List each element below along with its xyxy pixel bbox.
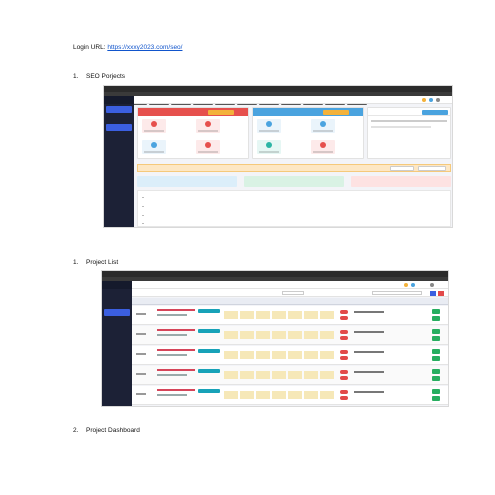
sidebar-item[interactable] [106, 115, 132, 122]
sidebar-item[interactable] [106, 160, 132, 167]
stat-card [196, 119, 220, 133]
section-number: 2. [73, 427, 79, 434]
stat-card [257, 119, 281, 133]
app-sidebar [104, 96, 134, 227]
stat-card [196, 140, 220, 154]
sidebar-item[interactable] [106, 151, 132, 158]
select-dropdown[interactable] [208, 109, 234, 115]
sidebar-item-selected[interactable] [106, 124, 132, 131]
table-row[interactable] [132, 366, 448, 385]
filter-select[interactable] [282, 291, 304, 295]
sidebar-item[interactable] [106, 169, 132, 176]
login-url-label: Login URL: [73, 44, 108, 51]
seo-dashboard-screenshot [103, 85, 453, 228]
notification-icon[interactable] [404, 283, 408, 287]
message-icon[interactable] [429, 98, 433, 102]
overview-chart-area [137, 190, 451, 227]
message-icon[interactable] [411, 283, 415, 287]
select-dropdown[interactable] [422, 109, 448, 115]
select-dropdown[interactable] [323, 109, 349, 115]
project-list-screenshot [101, 270, 449, 407]
section-number: 1. [73, 259, 79, 266]
table-header [132, 298, 448, 305]
add-button[interactable] [430, 290, 436, 296]
app-topbar [134, 96, 452, 104]
stat-card [142, 140, 166, 154]
sidebar-item[interactable] [104, 345, 130, 352]
select-dropdown[interactable] [418, 166, 446, 171]
login-url-link[interactable]: https://xxxy2023.com/seo/ [107, 44, 182, 51]
overview-card [244, 176, 344, 187]
sidebar-item[interactable] [104, 354, 130, 361]
section-title: SEO Porjects [86, 73, 126, 80]
search-input[interactable] [372, 291, 422, 295]
sidebar-item[interactable] [104, 336, 130, 343]
overview-card [351, 176, 451, 187]
panel-red [137, 107, 249, 159]
sidebar-item-active[interactable] [106, 106, 132, 113]
delete-button[interactable] [438, 290, 444, 296]
app-topbar [132, 281, 448, 289]
table-row[interactable] [132, 326, 448, 345]
projects-overview-bar [137, 164, 451, 172]
app-logo [104, 96, 134, 104]
avatar[interactable] [430, 283, 434, 287]
sidebar-item[interactable] [104, 291, 130, 298]
login-url-line: Login URL: https://xxxy2023.com/seo/ [73, 44, 182, 52]
stat-card [142, 119, 166, 133]
stat-card [311, 140, 335, 154]
select-dropdown[interactable] [390, 166, 414, 171]
panel-blue [252, 107, 364, 159]
stat-card [311, 119, 335, 133]
notification-icon[interactable] [422, 98, 426, 102]
app-logo [102, 281, 132, 289]
sidebar-item[interactable] [104, 300, 130, 307]
sidebar-item[interactable] [106, 142, 132, 149]
avatar[interactable] [436, 98, 440, 102]
table-toolbar [132, 289, 448, 297]
section-heading-project-dashboard: 2. Project Dashboard [73, 427, 140, 435]
sidebar-item-selected[interactable] [104, 309, 130, 316]
section-heading-seo-projects: 1. SEO Porjects [73, 73, 125, 81]
section-number: 1. [73, 73, 79, 80]
app-sidebar [102, 281, 132, 406]
table-row[interactable] [132, 346, 448, 365]
section-heading-project-list: 1. Project List [73, 259, 118, 267]
panel-overview [367, 107, 451, 159]
table-row[interactable] [132, 306, 448, 325]
overview-card [137, 176, 237, 187]
section-title: Project List [86, 259, 119, 266]
sidebar-item[interactable] [106, 133, 132, 140]
sidebar-item[interactable] [104, 318, 130, 325]
section-title: Project Dashboard [86, 427, 140, 434]
sidebar-item[interactable] [104, 327, 130, 334]
stat-card [257, 140, 281, 154]
table-row[interactable] [132, 386, 448, 405]
